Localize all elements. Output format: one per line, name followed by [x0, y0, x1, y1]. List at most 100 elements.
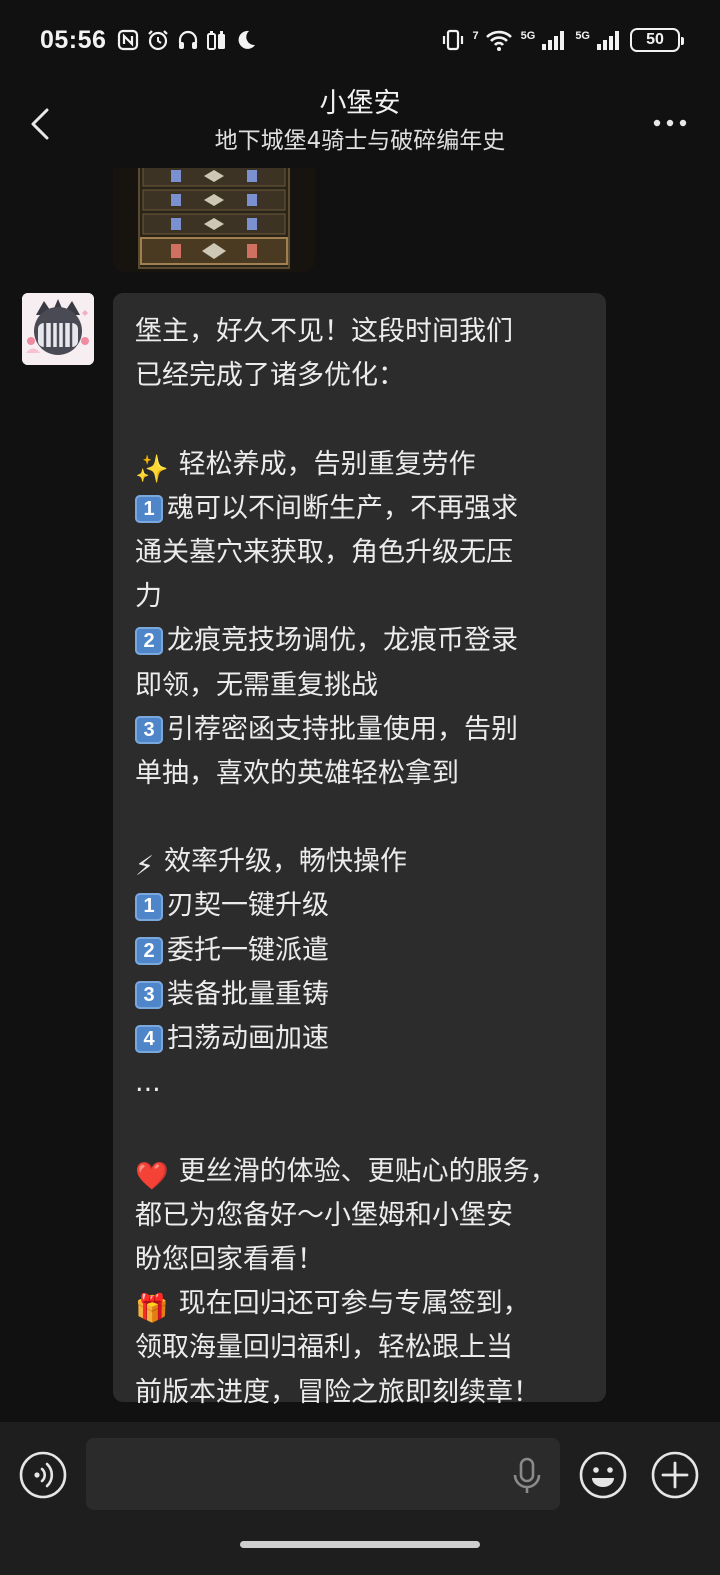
- message-line: 2 龙痕竞技场调优，龙痕币登录: [135, 619, 588, 663]
- nfc-icon: [116, 28, 140, 52]
- keycap-number-icon: 2: [135, 627, 163, 656]
- battery-saver-icon: [206, 28, 228, 52]
- message-line: 堡主，好久不见！这段时间我们: [135, 310, 588, 354]
- message-line: 盼您回家看看！: [135, 1238, 588, 1282]
- image-message[interactable]: [113, 168, 315, 272]
- message-bubble[interactable]: 堡主，好久不见！这段时间我们 已经完成了诸多优化： ✨ 轻松养成，告别重复劳作 1 魂可以…: [113, 293, 606, 1408]
- message-line: 1 刃契一键升级: [135, 884, 588, 928]
- mic-button[interactable]: [510, 1456, 544, 1496]
- status-time: 05:56: [40, 25, 107, 54]
- chat-screen: 05:56 7 5G 5G 50 小堡安 地下城堡4骑士与破碎编年史 堡主，好久…: [0, 0, 720, 1575]
- status-icons: [116, 28, 258, 52]
- message-line: 2 委托一键派遣: [135, 929, 588, 973]
- message-line: [135, 398, 588, 442]
- home-indicator[interactable]: [240, 1541, 480, 1548]
- keycap-number-icon: 2: [135, 936, 163, 965]
- more-actions-button[interactable]: [650, 1450, 700, 1500]
- game-screenshot-thumbnail: [113, 168, 315, 272]
- title-block: 小堡安 地下城堡4骑士与破碎编年史: [140, 86, 580, 158]
- message-line-text: ...: [135, 1067, 161, 1099]
- wifi-label: 7: [472, 30, 479, 42]
- message-line: 3 装备批量重铸: [135, 973, 588, 1017]
- signal-icon-2: [596, 28, 622, 52]
- chevron-left-icon: [31, 108, 49, 140]
- keycap-number-icon: 3: [135, 980, 163, 1009]
- message-line-text: 堡主，好久不见！这段时间我们: [135, 316, 513, 347]
- message-line-text: 都已为您备好～小堡姆和小堡安: [135, 1199, 513, 1231]
- knight-avatar-image: [22, 293, 94, 365]
- message-line-text: 装备批量重铸: [167, 978, 329, 1010]
- back-button[interactable]: [22, 102, 58, 146]
- message-line-text: 效率升级，畅快操作: [163, 846, 407, 878]
- message-line-text: 通关墓穴来获取，角色升级无压: [135, 536, 513, 568]
- message-line: 前版本进度，冒险之旅即刻续章！: [135, 1371, 588, 1415]
- message-line: 已经完成了诸多优化：: [135, 354, 588, 398]
- more-horizontal-icon: [653, 119, 687, 127]
- message-input[interactable]: [86, 1438, 560, 1510]
- message-line: 通关墓穴来获取，角色升级无压: [135, 531, 588, 575]
- message-line: ✨ 轻松养成，告别重复劳作: [135, 443, 588, 487]
- avatar[interactable]: [22, 293, 94, 365]
- status-left: 05:56: [40, 26, 258, 55]
- message-list[interactable]: 堡主，好久不见！这段时间我们 已经完成了诸多优化： ✨ 轻松养成，告别重复劳作 1 魂可以…: [0, 168, 720, 1422]
- alarm-icon: [146, 28, 170, 52]
- message-line-text: 委托一键派遣: [167, 934, 329, 966]
- message-line: [135, 1105, 588, 1149]
- emoji-button[interactable]: [578, 1450, 628, 1500]
- message-line: 🎁 现在回归还可参与专属签到，: [135, 1282, 588, 1326]
- message-line: 单抽，喜欢的英雄轻松拿到: [135, 752, 588, 796]
- message-line-text: 盼您回家看看！: [135, 1243, 324, 1275]
- emoji-glyph: ⚡: [135, 851, 154, 883]
- message-line: 1 魂可以不间断生产，不再强求: [135, 487, 588, 531]
- wifi-icon: [485, 28, 513, 52]
- message-line-text: 更丝滑的体验、更贴心的服务，: [178, 1155, 557, 1187]
- message-line: 力: [135, 575, 588, 619]
- message-line-text: 前版本进度，冒险之旅即刻续章！: [135, 1376, 540, 1408]
- moon-icon: [234, 28, 258, 52]
- message-line: 领取海量回归福利，轻松跟上当: [135, 1326, 588, 1370]
- plus-icon: [651, 1451, 699, 1499]
- message-line: 即领，无需重复挑战: [135, 664, 588, 708]
- message-line-text: 轻松养成，告别重复劳作: [178, 448, 476, 480]
- keycap-number-icon: 4: [135, 1025, 163, 1054]
- input-bar: [0, 1422, 720, 1575]
- mic-icon: [513, 1457, 541, 1493]
- message-line: [135, 796, 588, 840]
- chat-subtitle: 地下城堡4骑士与破碎编年史: [214, 128, 506, 154]
- emoji-glyph: 🎁: [135, 1293, 169, 1325]
- keycap-number-icon: 3: [135, 715, 163, 744]
- battery-level: 50: [646, 31, 664, 48]
- message-line: 3 引荐密函支持批量使用，告别: [135, 708, 588, 752]
- message-line: 4 扫荡动画加速: [135, 1017, 588, 1061]
- headphones-icon: [176, 28, 200, 52]
- message-line-text: 刃契一键升级: [167, 890, 329, 922]
- message-line: 都已为您备好～小堡姆和小堡安: [135, 1194, 588, 1238]
- message-line: ❤️ 更丝滑的体验、更贴心的服务，: [135, 1150, 588, 1194]
- message-line-text: 龙痕竞技场调优，龙痕币登录: [167, 625, 518, 657]
- message-line-text: 已经完成了诸多优化：: [135, 360, 405, 392]
- keycap-number-icon: 1: [135, 892, 163, 921]
- network-label-2: 5G: [575, 30, 590, 42]
- message-line-text: 扫荡动画加速: [167, 1023, 329, 1054]
- voice-mode-button[interactable]: [18, 1450, 68, 1500]
- emoji-glyph: ✨: [135, 453, 169, 485]
- battery-indicator: 50: [630, 28, 684, 52]
- chat-header: 小堡安 地下城堡4骑士与破碎编年史: [0, 80, 720, 168]
- message-line-text: 领取海量回归福利，轻松跟上当: [135, 1332, 513, 1364]
- message-line-text: 单抽，喜欢的英雄轻松拿到: [135, 757, 459, 789]
- message-line-text: 力: [135, 581, 162, 613]
- emoji-glyph: ❤️: [135, 1160, 169, 1192]
- smiley-icon: [579, 1451, 627, 1499]
- status-bar: 05:56 7 5G 5G 50: [0, 0, 720, 80]
- more-options-button[interactable]: [650, 108, 690, 138]
- status-right: 7 5G 5G 50: [441, 28, 684, 52]
- message-line: ...: [135, 1061, 588, 1105]
- message-line-text: 引荐密函支持批量使用，告别: [167, 713, 518, 745]
- keycap-number-icon: 1: [135, 494, 163, 523]
- signal-icon: [541, 28, 567, 52]
- message-line-text: 现在回归还可参与专属签到，: [178, 1288, 530, 1320]
- network-label-1: 5G: [520, 30, 536, 42]
- chat-title: 小堡安: [319, 88, 401, 119]
- message-line: ⚡ 效率升级，畅快操作: [135, 840, 588, 884]
- message-line-text: 即领，无需重复挑战: [135, 669, 378, 701]
